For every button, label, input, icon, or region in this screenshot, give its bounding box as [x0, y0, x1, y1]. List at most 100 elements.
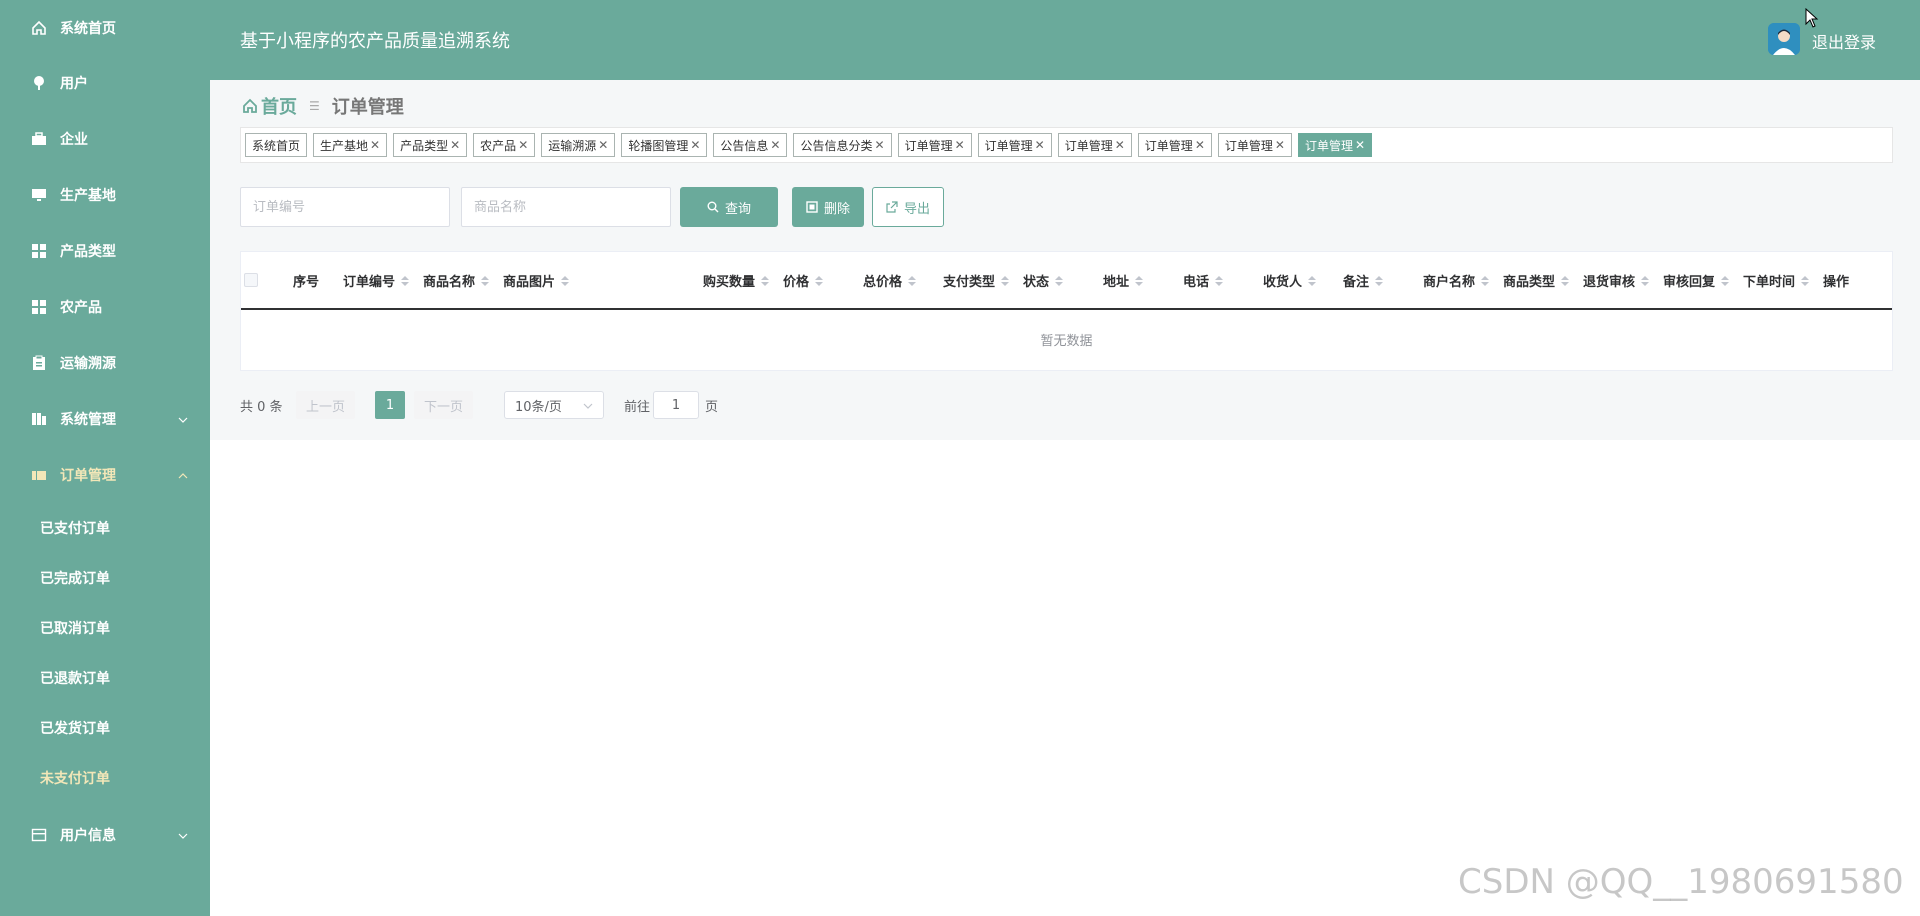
- sort-icon[interactable]: [1215, 275, 1224, 286]
- tab-order-management[interactable]: 订单管理 ✕: [1217, 133, 1292, 157]
- tab-agri-product[interactable]: 农产品 ✕: [473, 133, 536, 157]
- prev-page-button[interactable]: 上一页: [296, 391, 356, 419]
- sort-icon[interactable]: [1481, 275, 1490, 286]
- column-header[interactable]: 状态: [1023, 271, 1064, 290]
- avatar[interactable]: [1768, 23, 1800, 55]
- close-icon[interactable]: ✕: [370, 138, 380, 152]
- tab-product-type[interactable]: 产品类型 ✕: [393, 133, 468, 157]
- sort-icon[interactable]: [1375, 275, 1384, 286]
- sort-icon[interactable]: [481, 275, 490, 286]
- submenu-item-shipped-orders[interactable]: 已发货订单: [0, 703, 210, 753]
- column-header[interactable]: 支付类型: [943, 271, 1010, 290]
- column-header[interactable]: 价格: [783, 271, 824, 290]
- sort-icon[interactable]: [1801, 275, 1810, 286]
- close-icon[interactable]: ✕: [450, 138, 460, 152]
- menu-item-user-info[interactable]: 用户信息: [0, 807, 210, 863]
- menu-item-transport-trace[interactable]: 运输溯源: [0, 335, 210, 391]
- next-page-button[interactable]: 下一页: [414, 391, 474, 419]
- breadcrumb-home[interactable]: 首页: [261, 93, 297, 119]
- column-header[interactable]: 商品图片: [503, 271, 570, 290]
- query-button[interactable]: 查询: [680, 187, 778, 227]
- close-icon[interactable]: ✕: [690, 138, 700, 152]
- sort-icon[interactable]: [761, 275, 770, 286]
- sort-icon[interactable]: [401, 275, 410, 286]
- tab-order-management[interactable]: 订单管理 ✕: [977, 133, 1052, 157]
- column-header[interactable]: 审核回复: [1663, 271, 1730, 290]
- tab-system-home[interactable]: 系统首页: [245, 133, 308, 157]
- close-icon[interactable]: ✕: [875, 138, 885, 152]
- tab-order-management-active[interactable]: 订单管理 ✕: [1297, 133, 1373, 157]
- menu-item-user[interactable]: 用户: [0, 55, 210, 111]
- menu-item-agri-product[interactable]: 农产品: [0, 279, 210, 335]
- tab-announcement-category[interactable]: 公告信息分类 ✕: [793, 133, 892, 157]
- delete-button[interactable]: 删除: [792, 187, 864, 227]
- column-header[interactable]: 电话: [1183, 271, 1224, 290]
- close-icon[interactable]: ✕: [955, 138, 965, 152]
- column-header[interactable]: 备注: [1343, 271, 1384, 290]
- sort-icon[interactable]: [815, 275, 824, 286]
- close-icon[interactable]: ✕: [770, 138, 780, 152]
- submenu-item-refunded-orders[interactable]: 已退款订单: [0, 653, 210, 703]
- column-header[interactable]: 商品类型: [1503, 271, 1570, 290]
- menu-item-enterprise[interactable]: 企业: [0, 111, 210, 167]
- submenu-item-unpaid-orders[interactable]: 未支付订单: [0, 753, 210, 803]
- tab-transport-trace[interactable]: 运输溯源 ✕: [541, 133, 616, 157]
- submenu-item-cancelled-orders[interactable]: 已取消订单: [0, 603, 210, 653]
- chevron-down-icon: [178, 827, 188, 843]
- close-icon[interactable]: ✕: [518, 138, 528, 152]
- tab-production-base[interactable]: 生产基地 ✕: [313, 133, 388, 157]
- submenu-item-paid-orders[interactable]: 已支付订单: [0, 503, 210, 553]
- tab-order-management[interactable]: 订单管理 ✕: [1057, 133, 1132, 157]
- close-icon[interactable]: ✕: [1275, 138, 1285, 152]
- sidebar: 系统首页 用户 企业 生产基地 产品类型 农产品 运输溯源 系统管理 订单管理 …: [0, 0, 210, 916]
- column-header[interactable]: 退货审核: [1583, 271, 1650, 290]
- goto-page-input[interactable]: 1: [653, 391, 699, 419]
- tab-label: 公告信息: [720, 138, 769, 153]
- sort-icon[interactable]: [1721, 275, 1730, 286]
- logout-link[interactable]: 退出登录: [1812, 29, 1876, 53]
- export-button[interactable]: 导出: [872, 187, 944, 227]
- menu-item-product-type[interactable]: 产品类型: [0, 223, 210, 279]
- menu-item-label: 生产基地: [60, 188, 116, 204]
- close-icon[interactable]: ✕: [1355, 138, 1365, 152]
- close-icon[interactable]: ✕: [1035, 138, 1045, 152]
- sort-icon[interactable]: [1561, 275, 1570, 286]
- column-header[interactable]: 订单编号: [343, 271, 410, 290]
- order-no-input[interactable]: [240, 187, 450, 227]
- column-header[interactable]: 商品名称: [423, 271, 490, 290]
- sort-icon[interactable]: [1055, 275, 1064, 286]
- tab-order-management[interactable]: 订单管理 ✕: [1137, 133, 1212, 157]
- close-icon[interactable]: ✕: [1115, 138, 1125, 152]
- submenu-item-completed-orders[interactable]: 已完成订单: [0, 553, 210, 603]
- sort-icon[interactable]: [1135, 275, 1144, 286]
- column-header[interactable]: 总价格: [863, 271, 917, 290]
- menu-item-production-base[interactable]: 生产基地: [0, 167, 210, 223]
- column-header[interactable]: 购买数量: [703, 271, 770, 290]
- column-header[interactable]: 商户名称: [1423, 271, 1490, 290]
- column-header[interactable]: 下单时间: [1743, 271, 1810, 290]
- sort-icon[interactable]: [908, 275, 917, 286]
- pin-icon: [30, 74, 48, 92]
- sort-icon[interactable]: [561, 275, 570, 286]
- close-icon[interactable]: ✕: [1195, 138, 1205, 152]
- export-icon: [886, 201, 898, 213]
- menu-item-home[interactable]: 系统首页: [0, 0, 210, 55]
- product-name-input[interactable]: [461, 187, 671, 227]
- page-size-select[interactable]: 10条/页: [504, 391, 604, 419]
- select-all-checkbox[interactable]: [244, 273, 258, 287]
- sort-icon[interactable]: [1641, 275, 1650, 286]
- tab-announcement[interactable]: 公告信息 ✕: [713, 133, 788, 157]
- column-header[interactable]: 收货人: [1263, 271, 1317, 290]
- column-header[interactable]: 地址: [1103, 271, 1144, 290]
- export-button-label: 导出: [903, 201, 930, 217]
- tab-carousel-management[interactable]: 轮播图管理 ✕: [621, 133, 708, 157]
- menu-item-system-management[interactable]: 系统管理: [0, 391, 210, 447]
- sort-icon[interactable]: [1001, 275, 1010, 286]
- page-number-current[interactable]: 1: [375, 391, 405, 419]
- tab-label: 订单管理: [904, 138, 953, 153]
- sort-icon[interactable]: [1308, 275, 1317, 286]
- chevron-down-icon: [583, 398, 593, 413]
- close-icon[interactable]: ✕: [598, 138, 608, 152]
- menu-item-order-management[interactable]: 订单管理: [0, 447, 210, 503]
- tab-order-management[interactable]: 订单管理 ✕: [897, 133, 972, 157]
